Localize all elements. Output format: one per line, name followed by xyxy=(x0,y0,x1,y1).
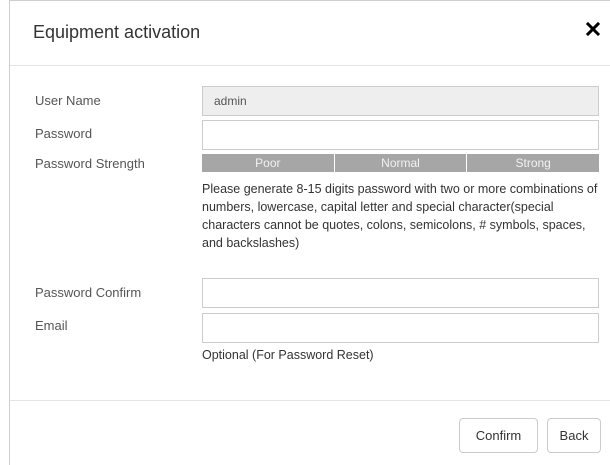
password-field[interactable] xyxy=(202,120,599,150)
footer-divider xyxy=(10,400,610,401)
email-label: Email xyxy=(35,318,68,333)
confirm-button[interactable]: Confirm xyxy=(459,418,538,453)
dialog-title: Equipment activation xyxy=(33,22,201,42)
username-field[interactable] xyxy=(202,86,599,116)
close-icon-glyph xyxy=(585,21,601,37)
email-field[interactable] xyxy=(202,313,599,343)
back-button[interactable]: Back xyxy=(547,418,601,453)
password-strength-meter: Poor Normal Strong xyxy=(202,154,599,172)
password-hint: Please generate 8-15 digits password wit… xyxy=(202,182,598,250)
strength-strong: Strong xyxy=(515,156,551,170)
close-icon[interactable] xyxy=(584,20,602,38)
email-hint: Optional (For Password Reset) xyxy=(202,348,374,362)
username-label: User Name xyxy=(35,93,101,108)
password-confirm-label: Password Confirm xyxy=(35,285,142,300)
strength-normal: Normal xyxy=(335,154,468,172)
password-label: Password xyxy=(35,126,93,141)
dialog-header: Equipment activation xyxy=(10,1,610,66)
strength-poor: Poor xyxy=(202,154,335,172)
password-confirm-field[interactable] xyxy=(202,278,599,308)
password-strength-label: Password Strength xyxy=(35,156,145,171)
activation-dialog: Equipment activation User Name Password … xyxy=(9,0,610,465)
